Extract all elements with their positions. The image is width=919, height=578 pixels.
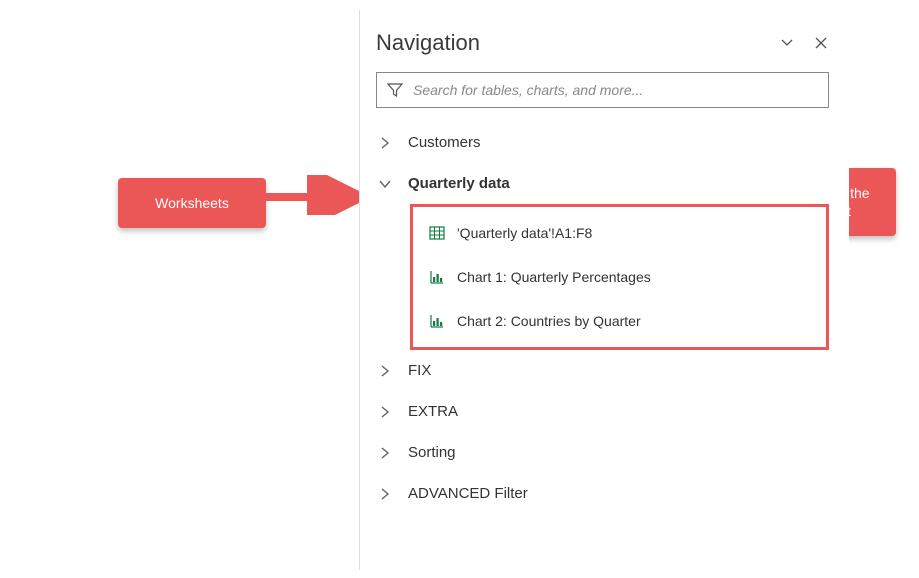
child-label: 'Quarterly data'!A1:F8 [457, 225, 592, 241]
search-input[interactable] [413, 82, 818, 98]
callout-worksheets-text: Worksheets [155, 195, 229, 211]
tree-item-sorting[interactable]: Sorting [360, 432, 849, 473]
tree-item-advanced-filter[interactable]: ADVANCED Filter [360, 473, 849, 514]
filter-icon [387, 82, 403, 98]
tree-label: Quarterly data [408, 175, 510, 192]
child-label: Chart 2: Countries by Quarter [457, 313, 641, 329]
chevron-right-icon [378, 446, 392, 460]
child-item-chart-2[interactable]: Chart 2: Countries by Quarter [421, 299, 818, 343]
tree-item-fix[interactable]: FIX [360, 350, 849, 391]
tree-item-extra[interactable]: EXTRA [360, 391, 849, 432]
child-item-chart-1[interactable]: Chart 1: Quarterly Percentages [421, 255, 818, 299]
tree-label: FIX [408, 362, 431, 379]
chevron-right-icon [378, 405, 392, 419]
chevron-right-icon [378, 487, 392, 501]
tree-root: Customers Quarterly data [360, 116, 849, 514]
chevron-right-icon [378, 136, 392, 150]
panel-header: Navigation [360, 30, 849, 64]
child-label: Chart 1: Quarterly Percentages [457, 269, 651, 285]
panel-actions [779, 35, 829, 51]
collapse-button[interactable] [779, 35, 795, 51]
chart-icon [429, 313, 445, 329]
chevron-down-icon [780, 36, 794, 50]
navigation-panel: Navigation Customers Quarterly da [359, 10, 849, 570]
tree-item-customers[interactable]: Customers [360, 122, 849, 163]
chevron-right-icon [378, 364, 392, 378]
arrow-right-icon [260, 175, 370, 215]
chevron-down-icon [378, 177, 392, 191]
close-button[interactable] [813, 35, 829, 51]
chart-icon [429, 269, 445, 285]
tree-label: Customers [408, 134, 481, 151]
tree-children-quarterly: 'Quarterly data'!A1:F8 Chart 1: Quarterl… [360, 204, 849, 350]
child-item-range[interactable]: 'Quarterly data'!A1:F8 [421, 211, 818, 255]
table-icon [429, 225, 445, 241]
tree-label: Sorting [408, 444, 456, 461]
tree-item-quarterly-data[interactable]: Quarterly data [360, 163, 849, 204]
tree-label: ADVANCED Filter [408, 485, 528, 502]
tree-label: EXTRA [408, 403, 458, 420]
highlight-box: 'Quarterly data'!A1:F8 Chart 1: Quarterl… [410, 204, 829, 350]
panel-title: Navigation [376, 30, 480, 56]
search-box[interactable] [376, 72, 829, 108]
close-icon [814, 36, 828, 50]
callout-worksheets: Worksheets [118, 178, 266, 228]
